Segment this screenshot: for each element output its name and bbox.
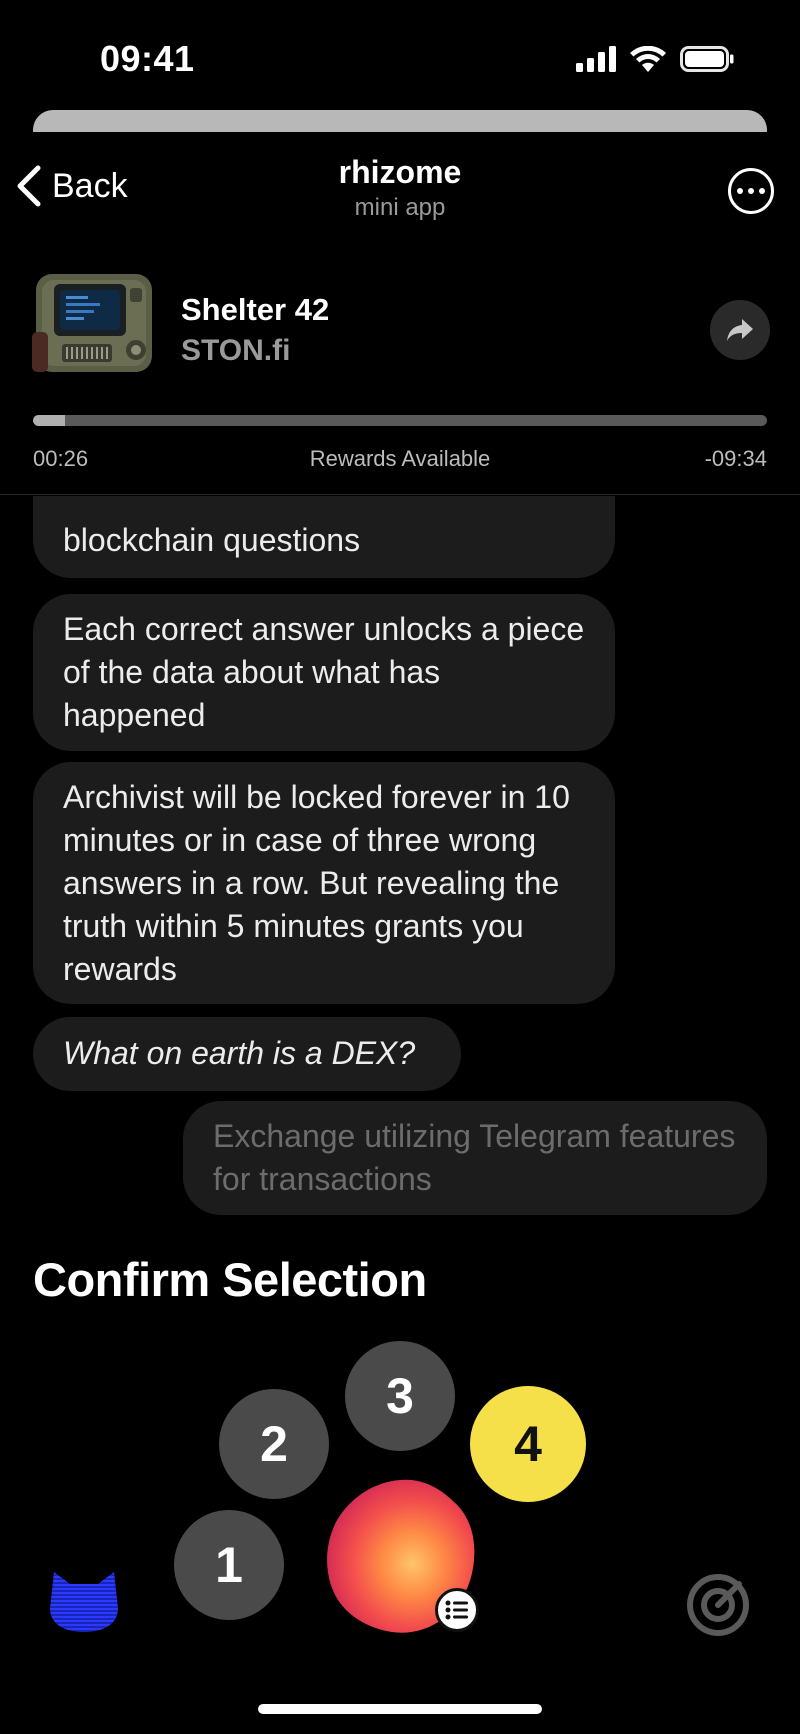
orb-list-badge[interactable] — [435, 1588, 479, 1632]
divider — [0, 494, 800, 495]
cellular-signal-icon — [576, 46, 616, 72]
share-button[interactable] — [710, 300, 770, 360]
home-indicator — [258, 1704, 542, 1714]
status-icons — [576, 44, 734, 74]
time-remaining: -09:34 — [704, 446, 767, 471]
cat-icon[interactable] — [48, 1568, 120, 1634]
battery-icon — [680, 46, 734, 72]
share-icon — [727, 319, 753, 341]
nav-bar: Back rhizome mini app — [0, 140, 800, 230]
track-title: Shelter 42 — [181, 292, 330, 327]
option-4-button-selected[interactable]: 4 — [470, 1386, 586, 1502]
sheet-header-bar — [33, 110, 767, 132]
option-1-button[interactable]: 1 — [174, 1510, 284, 1620]
chat-thread: blockchain questions Each correct answer… — [0, 496, 800, 1236]
rewards-status: Rewards Available — [309, 446, 491, 471]
wifi-icon — [630, 46, 666, 72]
selected-answer-bubble: Exchange utilizing Telegram features for… — [183, 1101, 767, 1215]
more-button[interactable] — [728, 168, 774, 214]
message-bubble: Each correct answer unlocks a piece of t… — [33, 594, 615, 751]
more-icon-dot — [759, 188, 765, 194]
gauge-icon[interactable] — [685, 1572, 751, 1638]
playback-progress-bar[interactable] — [33, 415, 767, 426]
status-bar: 09:41 — [0, 0, 800, 110]
status-time: 09:41 — [100, 38, 195, 79]
option-2-button[interactable]: 2 — [219, 1389, 329, 1499]
confirm-selection-title: Confirm Selection — [33, 1253, 427, 1306]
pip-boy-cover-art — [32, 274, 152, 372]
track-artist: STON.fi — [181, 334, 291, 367]
message-bubble: blockchain questions — [33, 496, 615, 578]
page-subtitle: mini app — [354, 194, 446, 221]
message-bubble: Archivist will be locked forever in 10 m… — [33, 762, 615, 1004]
more-icon-dot — [748, 188, 754, 194]
option-3-button[interactable]: 3 — [345, 1341, 455, 1451]
playback-progress-fill — [33, 415, 65, 426]
question-bubble: What on earth is a DEX? — [33, 1017, 461, 1091]
list-icon — [445, 1600, 468, 1620]
more-icon — [737, 188, 743, 194]
page-title: rhizome — [338, 154, 462, 190]
